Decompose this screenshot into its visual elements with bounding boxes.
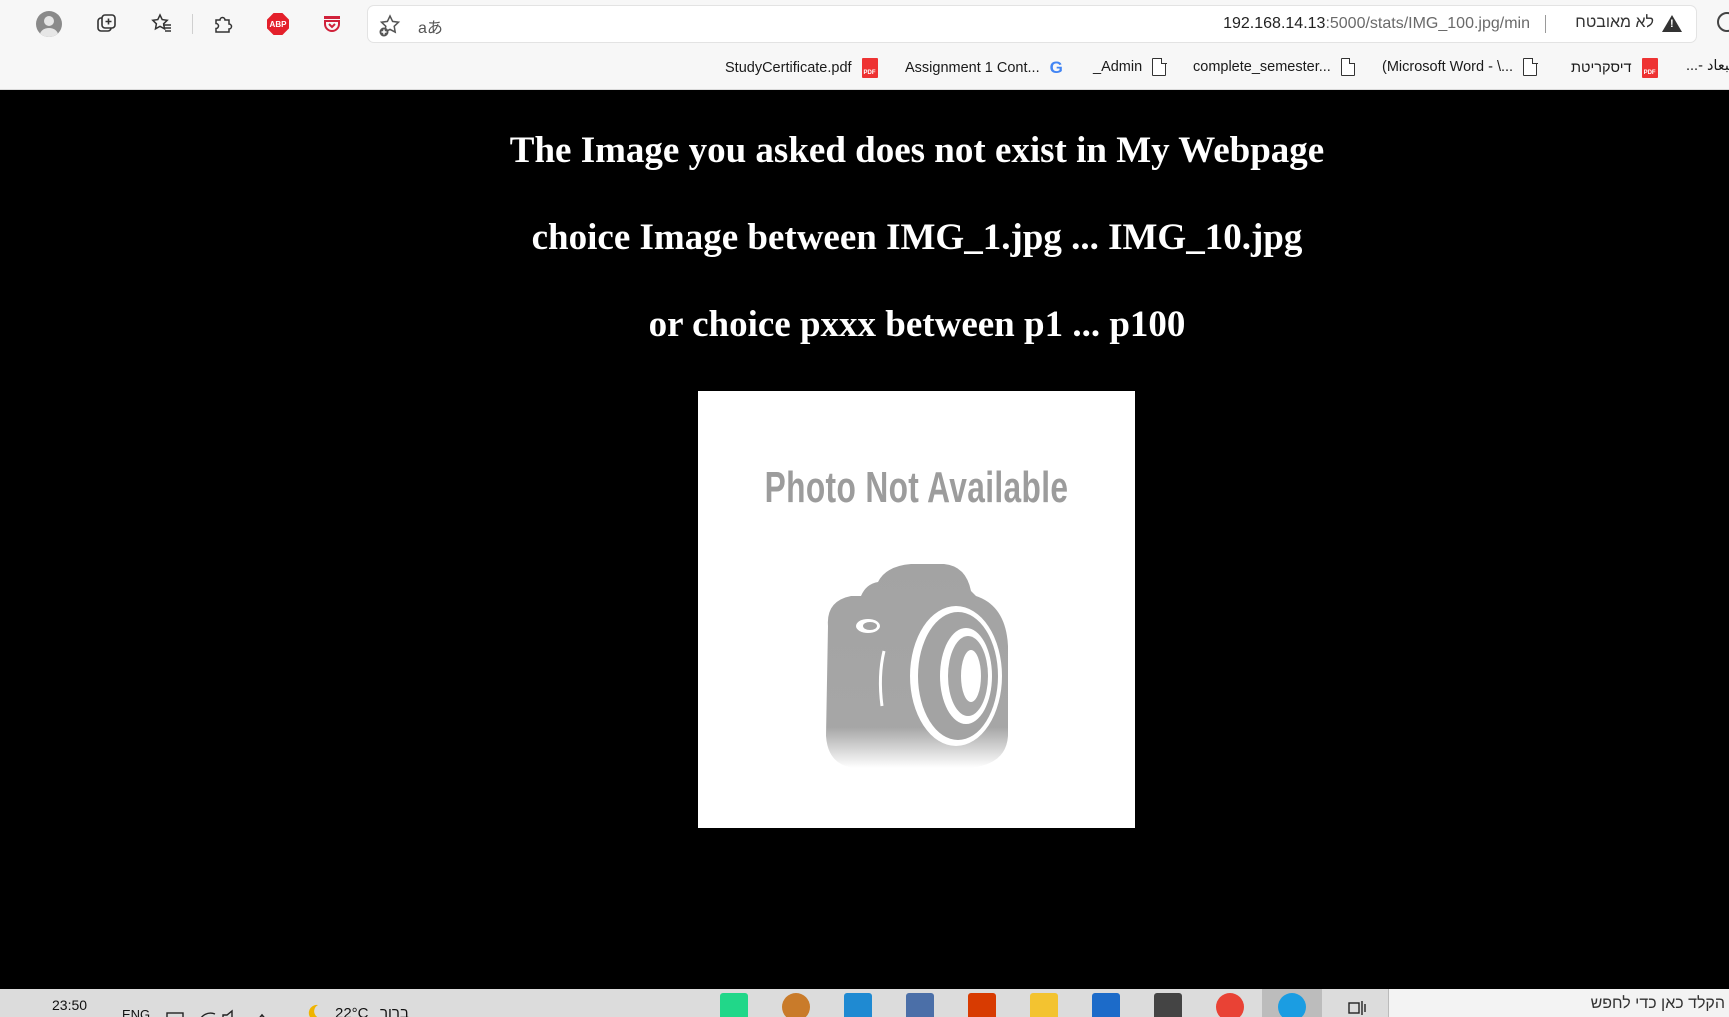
taskbar-search[interactable]: הקלד כאן כדי לחפש	[1388, 989, 1729, 1017]
bookmark-item[interactable]: complete_semester...	[1193, 57, 1356, 76]
tray-icons[interactable]	[165, 1007, 275, 1017]
message-line-2: choice Image between IMG_1.jpg ... IMG_1…	[531, 217, 1303, 258]
bookmark-item[interactable]: (Microsoft Word - \...	[1382, 57, 1538, 76]
add-favorite-icon[interactable]	[378, 14, 402, 38]
workspaces-icon[interactable]	[93, 10, 121, 38]
google-icon: G	[1049, 58, 1063, 77]
url-text[interactable]: 192.168.14.13:5000/stats/IMG_100.jpg/min	[1223, 15, 1530, 33]
address-bar[interactable]: aあ 192.168.14.13:5000/stats/IMG_100.jpg/…	[368, 6, 1696, 42]
document-icon	[1152, 57, 1167, 76]
edge-taskbar-active[interactable]	[1262, 989, 1322, 1017]
url-host: 192.168.14.13	[1223, 15, 1326, 32]
bookmark-item[interactable]: דיסקריטת PDF	[1571, 58, 1658, 78]
avatar-icon	[36, 11, 62, 37]
document-icon	[1523, 57, 1538, 76]
camera-icon	[826, 564, 1008, 768]
favorites-button[interactable]	[148, 10, 176, 38]
browser-toolbar: ABP aあ 192.168.14.13:5000/stats/IMG_100.…	[0, 0, 1729, 48]
photo-not-available-image: Photo Not Available	[698, 391, 1135, 828]
page-content: The Image you asked does not exist in My…	[0, 91, 1729, 989]
collections-icon	[97, 14, 116, 32]
puzzle-icon	[215, 16, 233, 33]
taskbar: 23:50 ENG 22°C ברור הקלד כאן כדי לחפש	[0, 989, 1729, 1017]
file-explorer-icon[interactable]	[1030, 993, 1058, 1017]
security-label: לא מאובטח	[1575, 14, 1654, 31]
bookmark-item[interactable]: StudyCertificate.pdf PDF	[725, 58, 878, 78]
adblock-icon: ABP	[267, 13, 289, 35]
vscode-icon[interactable]	[844, 993, 872, 1017]
bookmark-item[interactable]: _Admin	[1093, 57, 1167, 76]
warning-icon	[1662, 14, 1682, 32]
language-indicator[interactable]: ENG	[122, 1007, 150, 1017]
task-view-glyph	[1348, 1001, 1366, 1015]
pycharm-icon[interactable]	[720, 993, 748, 1017]
extensions-button[interactable]	[209, 10, 237, 38]
mail-icon[interactable]	[1092, 993, 1120, 1017]
document-icon	[1340, 57, 1356, 76]
search-placeholder: הקלד כאן כדי לחפש	[1590, 995, 1725, 1012]
pdf-icon: PDF	[1641, 58, 1658, 78]
app-icon[interactable]	[906, 993, 934, 1017]
message-line-1: The Image you asked does not exist in My…	[509, 130, 1325, 171]
bookmark-label: (Microsoft Word - \...	[1382, 59, 1514, 75]
address-divider	[1545, 15, 1546, 33]
adblock-button[interactable]: ABP	[264, 10, 292, 38]
clock[interactable]: 23:50	[52, 997, 87, 1013]
weather-icon[interactable]	[305, 1003, 325, 1017]
office-icon[interactable]	[968, 993, 996, 1017]
store-icon[interactable]	[1154, 993, 1182, 1017]
bookmark-label: ...- ةيبعاد	[1686, 58, 1729, 74]
weather-text[interactable]: ברור	[380, 1005, 409, 1017]
bookmark-item[interactable]: Assignment 1 Cont... G	[905, 58, 1063, 78]
security-indicator[interactable]: לא מאובטח	[1575, 14, 1682, 32]
bookmark-label: _Admin	[1093, 59, 1143, 75]
moon-icon	[308, 1004, 318, 1017]
bookmark-item[interactable]: ...- ةيبعاد	[1686, 58, 1729, 74]
chrome-icon[interactable]	[1216, 993, 1244, 1017]
pdf-icon: PDF	[861, 58, 878, 78]
paint-icon[interactable]	[782, 993, 810, 1017]
photo-placeholder-text: Photo Not Available	[764, 463, 1069, 512]
toolbar-separator	[192, 14, 193, 34]
read-aloud-icon[interactable]: aあ	[418, 14, 443, 38]
bookmark-label: Assignment 1 Cont...	[905, 60, 1040, 76]
profile-avatar[interactable]	[35, 10, 63, 38]
shield-extension-icon	[324, 16, 340, 32]
weather-temp[interactable]: 22°C	[335, 1005, 369, 1017]
bookmark-label: דיסקריטת	[1571, 60, 1632, 76]
task-view-icon[interactable]	[1348, 999, 1366, 1017]
pocket-button[interactable]	[318, 10, 346, 38]
bookmarks-bar: StudyCertificate.pdf PDF Assignment 1 Co…	[0, 48, 1729, 90]
edge-taskbar-icon	[1278, 993, 1306, 1017]
url-path: :5000/stats/IMG_100.jpg/min	[1325, 15, 1530, 32]
bookmark-label: StudyCertificate.pdf	[725, 60, 852, 76]
favorites-list-icon	[151, 13, 171, 32]
system-tray-icons	[166, 1009, 265, 1017]
bookmark-label: complete_semester...	[1193, 59, 1331, 75]
edge-icon[interactable]	[1717, 12, 1729, 32]
message-line-3: or choice pxxx between p1 ... p100	[648, 304, 1186, 345]
